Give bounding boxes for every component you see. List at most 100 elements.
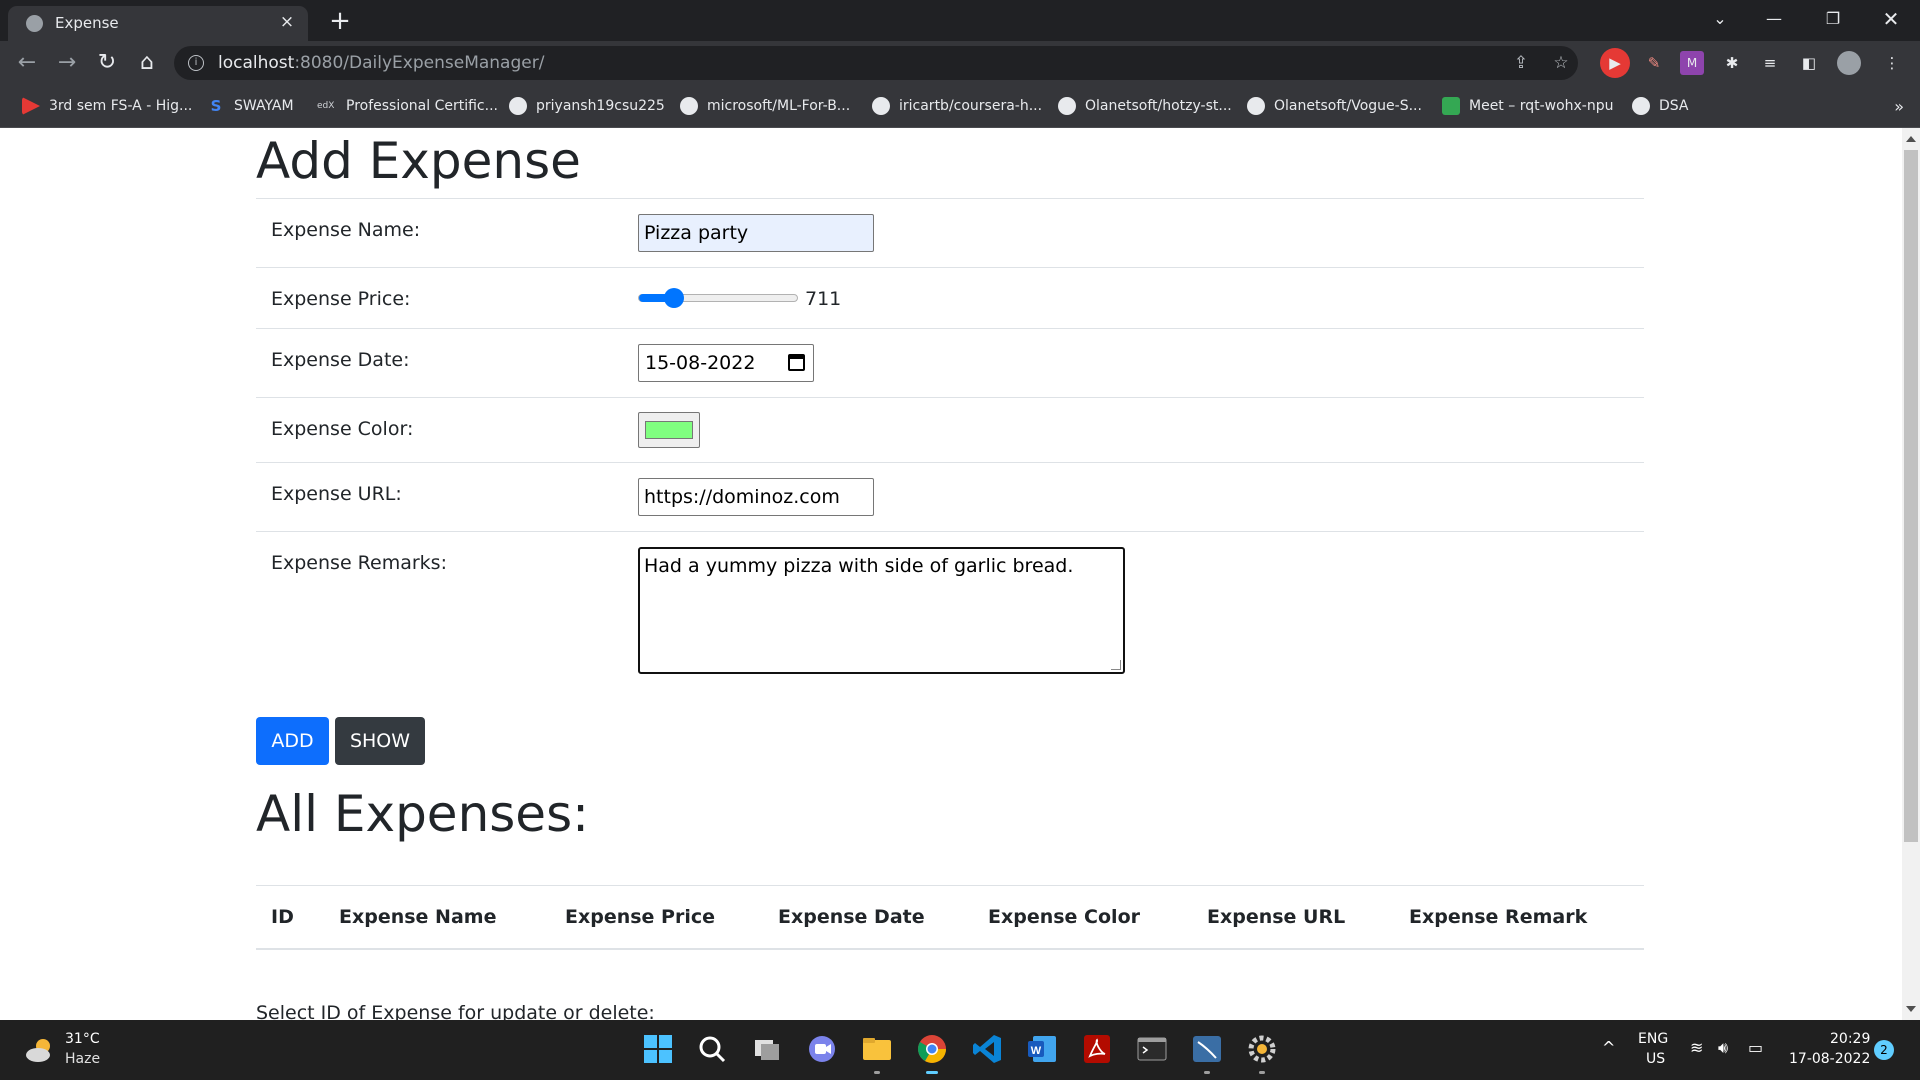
remarks-text: Had a yummy pizza with side of garlic br…	[644, 555, 1074, 577]
clock-date[interactable]: 17-08-2022	[1789, 1051, 1870, 1067]
browser-tab[interactable]: Expense ×	[8, 6, 308, 41]
browser-tab-strip: Expense × + ⌄ — ❐ ✕	[0, 0, 1920, 41]
expense-price-label: Expense Price:	[256, 267, 638, 329]
chevron-up-icon[interactable]: ^	[1602, 1038, 1615, 1057]
bookmark-item[interactable]: S SWAYAM	[207, 95, 294, 117]
bookmark-star-icon[interactable]: ☆	[1548, 50, 1574, 76]
side-panel-icon[interactable]: ◧	[1797, 51, 1821, 75]
scroll-up-icon[interactable]	[1906, 136, 1916, 142]
scroll-down-icon[interactable]	[1906, 1006, 1916, 1012]
page-scrollbar[interactable]	[1902, 128, 1920, 1020]
weather-temperature: 31°C	[65, 1031, 100, 1047]
expense-remarks-textarea[interactable]: Had a yummy pizza with side of garlic br…	[638, 547, 1125, 674]
bookmark-item[interactable]: 3rd sem FS-A - Hig...	[22, 95, 192, 117]
weather-haze-icon[interactable]	[24, 1034, 56, 1066]
github-icon	[1058, 97, 1076, 115]
tab-title: Expense	[55, 14, 119, 32]
teams-chat-icon[interactable]	[805, 1032, 839, 1066]
chrome-icon[interactable]	[915, 1032, 949, 1074]
clock-time[interactable]: 20:29	[1830, 1031, 1870, 1047]
expenses-table: ID Expense Name Expense Price Expense Da…	[256, 885, 1644, 950]
acrobat-icon[interactable]	[1080, 1032, 1114, 1066]
globe-icon	[26, 15, 43, 32]
back-icon[interactable]: ←	[12, 48, 42, 78]
forward-icon[interactable]: →	[52, 48, 82, 78]
share-icon[interactable]: ⇪	[1508, 50, 1534, 76]
expense-color-picker[interactable]	[638, 412, 700, 448]
restore-button[interactable]: ❐	[1810, 4, 1856, 34]
add-button[interactable]: ADD	[256, 717, 329, 765]
calendar-icon[interactable]	[788, 354, 805, 371]
scrollbar-thumb[interactable]	[1904, 150, 1918, 842]
file-explorer-icon[interactable]	[860, 1032, 894, 1074]
language-indicator[interactable]: ENG	[1638, 1031, 1668, 1047]
page-viewport: Add Expense Expense Name: Pizza party Ex…	[0, 128, 1902, 1020]
bookmark-item[interactable]: microsoft/ML-For-B...	[680, 95, 850, 117]
pen-extension-icon[interactable]: ✎	[1642, 51, 1666, 75]
battery-icon[interactable]: ▭	[1748, 1038, 1763, 1057]
github-icon	[1632, 97, 1650, 115]
column-header-url: Expense URL	[1192, 885, 1394, 950]
site-info-icon[interactable]: i	[188, 55, 204, 71]
address-bar[interactable]: i localhost:8080/DailyExpenseManager/ ⇪ …	[174, 46, 1578, 80]
bookmark-item[interactable]: priyansh19csu225	[509, 95, 665, 117]
svg-text:W: W	[1031, 1045, 1042, 1057]
task-view-icon[interactable]	[750, 1032, 784, 1066]
more-bookmarks-icon[interactable]: »	[1894, 97, 1904, 116]
expense-price-slider[interactable]	[638, 288, 798, 308]
notification-badge[interactable]: 2	[1874, 1040, 1894, 1060]
form-row-url: Expense URL: https://dominoz.com	[256, 462, 1644, 532]
weather-description: Haze	[65, 1051, 101, 1067]
terminal-icon[interactable]	[1135, 1032, 1169, 1066]
wifi-icon[interactable]: ≋	[1690, 1038, 1703, 1057]
youtube-extension-icon[interactable]: ▶	[1600, 48, 1630, 78]
column-header-date: Expense Date	[763, 885, 973, 950]
youtube-icon	[22, 97, 40, 115]
close-tab-icon[interactable]: ×	[276, 11, 298, 33]
bookmark-item[interactable]: Meet – rqt-wohx-npu	[1442, 95, 1614, 117]
select-id-note: Select ID of Expense for update or delet…	[256, 1002, 655, 1020]
expense-url-input[interactable]: https://dominoz.com	[638, 478, 874, 516]
form-row-name: Expense Name: Pizza party	[256, 198, 1644, 268]
tab-search-icon[interactable]: ⌄	[1697, 4, 1743, 34]
slider-thumb[interactable]	[664, 288, 685, 308]
expense-url-label: Expense URL:	[256, 462, 638, 532]
close-window-button[interactable]: ✕	[1868, 4, 1914, 34]
m-extension-icon[interactable]: M	[1680, 51, 1704, 75]
browser-toolbar: ← → ↻ ⌂ i localhost:8080/DailyExpenseMan…	[0, 41, 1920, 85]
expense-name-label: Expense Name:	[256, 198, 638, 268]
volume-icon[interactable]: 🔊︎	[1718, 1038, 1728, 1058]
expense-date-label: Expense Date:	[256, 328, 638, 398]
search-icon[interactable]	[695, 1032, 729, 1066]
vscode-icon[interactable]	[970, 1032, 1004, 1066]
expense-name-input[interactable]: Pizza party	[638, 214, 874, 252]
new-tab-button[interactable]: +	[325, 6, 355, 36]
expense-date-input[interactable]: 15-08-2022	[638, 344, 814, 382]
db-workbench-icon[interactable]	[1190, 1032, 1224, 1074]
taskbar: 31°C Haze W ^ ENG US ≋ 🔊︎ ▭ 20:29 17-08-…	[0, 1020, 1920, 1080]
minimize-button[interactable]: —	[1751, 4, 1797, 34]
bookmark-item[interactable]: Olanetsoft/hotzy-st...	[1058, 95, 1232, 117]
home-icon[interactable]: ⌂	[132, 48, 162, 78]
column-header-id: ID	[256, 885, 324, 950]
date-value: 15-08-2022	[645, 352, 756, 374]
expense-price-value: 711	[805, 288, 842, 310]
show-button[interactable]: SHOW	[335, 717, 425, 765]
profile-avatar[interactable]	[1837, 51, 1861, 75]
form-row-remarks: Expense Remarks: Had a yummy pizza with …	[256, 531, 1644, 688]
bookmark-item[interactable]: Olanetsoft/Vogue-S...	[1247, 95, 1422, 117]
bookmark-item[interactable]: iricartb/coursera-h...	[872, 95, 1042, 117]
reload-icon[interactable]: ↻	[92, 48, 122, 78]
bookmark-item[interactable]: DSA	[1632, 95, 1689, 117]
settings-gear-icon[interactable]	[1245, 1032, 1279, 1074]
form-row-price: Expense Price: 711	[256, 267, 1644, 329]
media-control-icon[interactable]: ≡	[1758, 51, 1782, 75]
extensions-puzzle-icon[interactable]: ✱	[1720, 51, 1744, 75]
expenses-list-title: All Expenses:	[256, 785, 589, 843]
bookmark-item[interactable]: edX Professional Certific...	[317, 95, 498, 117]
region-indicator[interactable]: US	[1646, 1051, 1665, 1067]
windows-start-icon[interactable]	[641, 1032, 675, 1066]
word-icon[interactable]: W	[1025, 1032, 1059, 1066]
resize-handle[interactable]	[1111, 660, 1121, 670]
menu-kebab-icon[interactable]: ⋮	[1880, 51, 1904, 75]
